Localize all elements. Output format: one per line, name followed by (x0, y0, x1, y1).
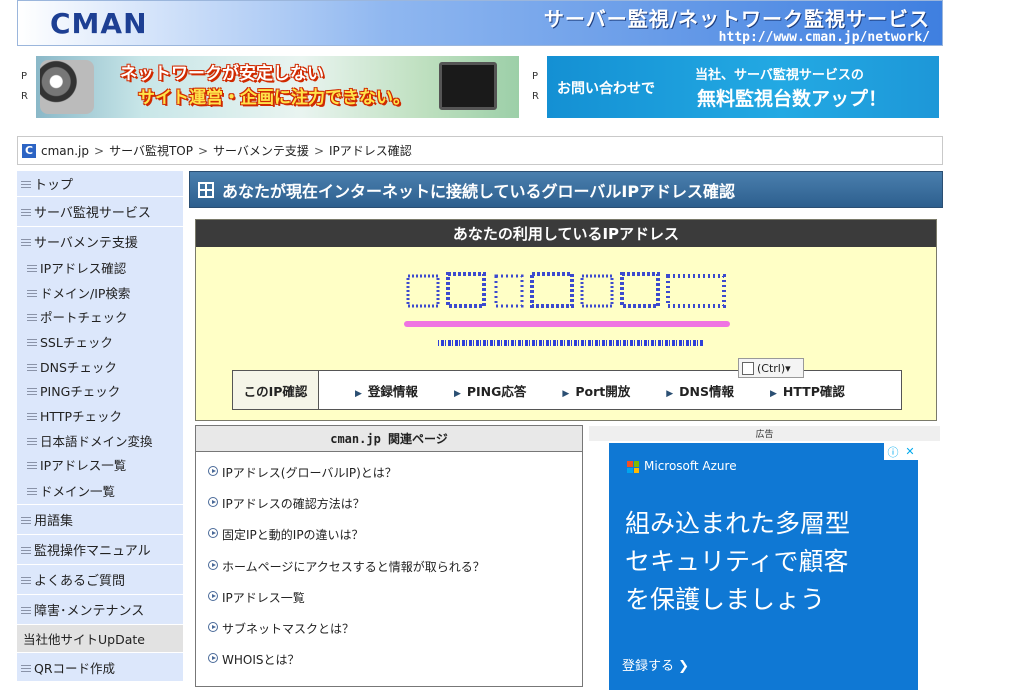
ad-signup-link[interactable]: 登録する ❯ (622, 655, 689, 674)
related-link-ip-method[interactable]: IPアドレスの確認方法は？ (208, 495, 582, 526)
banner-text: ネットワークが安定しない サイト運営・企画に注力できない。 (120, 64, 410, 108)
site-header: CMAN サーバー監視/ネットワーク監視サービス http://www.cman… (17, 0, 943, 46)
ad-banner-contact[interactable]: お問い合わせで 当社、サーバ監視サービスの 無料監視台数アップ！ (547, 56, 939, 118)
sidebar-item-qr[interactable]: QRコード作成 (17, 653, 183, 682)
list-bullet-icon (27, 361, 37, 371)
monitor-image (439, 62, 497, 110)
ip-panel-heading: あなたの利用しているIPアドレス (196, 220, 936, 247)
sidebar-sub-jp-domain[interactable]: 日本語ドメイン変換 (17, 427, 183, 453)
pr-label-right: P R (532, 71, 539, 102)
sidebar: トップ サーバ監視サービス サーバメンテ支援 IPアドレス確認 ドメイン/IP検… (17, 171, 183, 682)
sidebar-item-maint[interactable]: サーバメンテ支援 (17, 227, 183, 255)
ad-brand: Microsoft Azure (644, 459, 737, 473)
ip-underline (404, 321, 730, 327)
tagline-text: サーバー監視/ネットワーク監視サービス (543, 7, 930, 31)
list-bullet-icon (27, 312, 37, 322)
sidebar-sub-http-check[interactable]: HTTPチェック (17, 403, 183, 428)
sidebar-sub-domain-search[interactable]: ドメイン/IP検索 (17, 279, 183, 305)
ip-subtext-image (438, 340, 704, 346)
list-bullet-icon (27, 435, 37, 445)
header-tagline: サーバー監視/ネットワーク監視サービス http://www.cman.jp/n… (544, 3, 930, 45)
ad-controls: ⓘ ✕ (884, 443, 918, 460)
related-link-ip-list[interactable]: IPアドレス一覧 (208, 589, 582, 620)
sidebar-item-manual[interactable]: 監視操作マニュアル (17, 535, 183, 566)
list-bullet-icon (21, 662, 31, 672)
list-bullet-icon (21, 545, 31, 555)
ad-headline: 組み込まれた多層型 セキュリティで顧客 を保護しましょう (625, 509, 851, 614)
list-bullet-icon (21, 605, 31, 615)
list-bullet-icon (27, 386, 37, 396)
related-heading: cman.jp 関連ページ (196, 426, 582, 452)
ip-confirm-label: このIP確認 (233, 371, 319, 409)
circle-arrow-icon (208, 559, 218, 570)
related-pages-panel: cman.jp 関連ページ IPアドレス(グローバルIP)とは？ IPアドレスの… (195, 425, 583, 687)
list-bullet-icon (21, 575, 31, 585)
sidebar-item-outage[interactable]: 障害･メンテナンス (17, 595, 183, 626)
ip-address-image (406, 272, 726, 308)
ad-azure[interactable]: Microsoft Azure ⓘ ✕ 組み込まれた多層型 セキュリティで顧客 … (609, 443, 918, 690)
list-bullet-icon (27, 486, 37, 496)
page-title: あなたが現在インターネットに接続しているグローバルIPアドレス確認 (189, 171, 943, 208)
sidebar-sub-ip-check[interactable]: IPアドレス確認 (17, 255, 183, 280)
sidebar-sub-dns-check[interactable]: DNSチェック (17, 353, 183, 379)
ip-address-panel: あなたの利用しているIPアドレス このIP確認 登録情報 PING応答 Port… (195, 219, 937, 421)
ad-banner-network[interactable]: ネットワークが安定しない サイト運営・企画に注力できない。 (36, 56, 519, 118)
sidebar-sub-ip-list[interactable]: IPアドレス一覧 (17, 452, 183, 478)
related-link-whois[interactable]: WHOISとは？ (208, 651, 582, 682)
paste-options-button[interactable]: (Ctrl)▾ (738, 358, 804, 378)
circle-arrow-icon (208, 497, 218, 508)
sidebar-item-faq[interactable]: よくあるご質問 (17, 565, 183, 596)
breadcrumb-item-maint[interactable]: サーバメンテ支援 (213, 142, 309, 159)
sidebar-group-maint: サーバメンテ支援 IPアドレス確認 ドメイン/IP検索 ポートチェック SSLチ… (17, 227, 183, 506)
sidebar-sub-ssl-check[interactable]: SSLチェック (17, 329, 183, 354)
breadcrumb-item-current: IPアドレス確認 (329, 144, 412, 158)
sidebar-item-glossary[interactable]: 用語集 (17, 505, 183, 536)
list-bullet-icon (27, 262, 37, 272)
list-bullet-icon (27, 410, 37, 420)
related-link-subnet[interactable]: サブネットマスクとは？ (208, 620, 582, 651)
ad-close-icon[interactable]: ✕ (905, 445, 914, 458)
sidebar-update-heading: 当社他サイトUpDate (17, 625, 183, 654)
related-link-ip-global[interactable]: IPアドレス(グローバルIP)とは？ (208, 464, 582, 495)
microsoft-logo-icon (627, 461, 639, 473)
tagline-url: http://www.cman.jp/network/ (718, 30, 930, 45)
circle-arrow-icon (208, 621, 218, 632)
breadcrumb-item-monitor-top[interactable]: サーバ監視TOP (109, 142, 193, 159)
sidebar-item-top[interactable]: トップ (17, 171, 183, 197)
circle-arrow-icon (208, 653, 218, 664)
sidebar-item-monitor[interactable]: サーバ監視サービス (17, 197, 183, 227)
link-http[interactable]: HTTP確認 (770, 381, 845, 400)
list-bullet-icon (21, 179, 31, 188)
related-list: IPアドレス(グローバルIP)とは？ IPアドレスの確認方法は？ 固定IPと動的… (196, 452, 582, 682)
sidebar-sub-ping-check[interactable]: PINGチェック (17, 378, 183, 404)
link-dns[interactable]: DNS情報 (666, 381, 734, 400)
ad-label: 広告 (589, 426, 940, 441)
list-bullet-icon (21, 236, 31, 246)
list-bullet-icon (21, 207, 31, 216)
site-logo[interactable]: CMAN (50, 7, 148, 40)
related-link-info-taken[interactable]: ホームページにアクセスすると情報が取られる？ (208, 558, 582, 589)
list-bullet-icon (27, 336, 37, 346)
link-port[interactable]: Port開放 (562, 381, 630, 400)
related-link-static-dynamic[interactable]: 固定IPと動的IPの違いは？ (208, 526, 582, 557)
list-bullet-icon (27, 460, 37, 470)
cman-icon: C (22, 143, 36, 158)
sidebar-sub-port-check[interactable]: ポートチェック (17, 304, 183, 330)
circle-arrow-icon (208, 466, 218, 476)
sidebar-sub-domain-list[interactable]: ドメイン一覧 (17, 477, 183, 505)
pr-label-left: P R (21, 71, 28, 102)
link-ping[interactable]: PING応答 (454, 381, 527, 400)
camera-image (40, 60, 94, 114)
breadcrumb: C cman.jp > サーバ監視TOP > サーバメンテ支援 > IPアドレス… (17, 136, 943, 165)
list-bullet-icon (27, 287, 37, 297)
circle-arrow-icon (208, 590, 218, 601)
clipboard-icon (742, 361, 754, 375)
grid-icon (198, 181, 214, 198)
circle-arrow-icon (208, 528, 218, 539)
link-registration[interactable]: 登録情報 (355, 381, 418, 400)
list-bullet-icon (21, 515, 31, 525)
ad-info-icon[interactable]: ⓘ (887, 444, 898, 460)
breadcrumb-item-cman[interactable]: cman.jp (41, 144, 89, 158)
